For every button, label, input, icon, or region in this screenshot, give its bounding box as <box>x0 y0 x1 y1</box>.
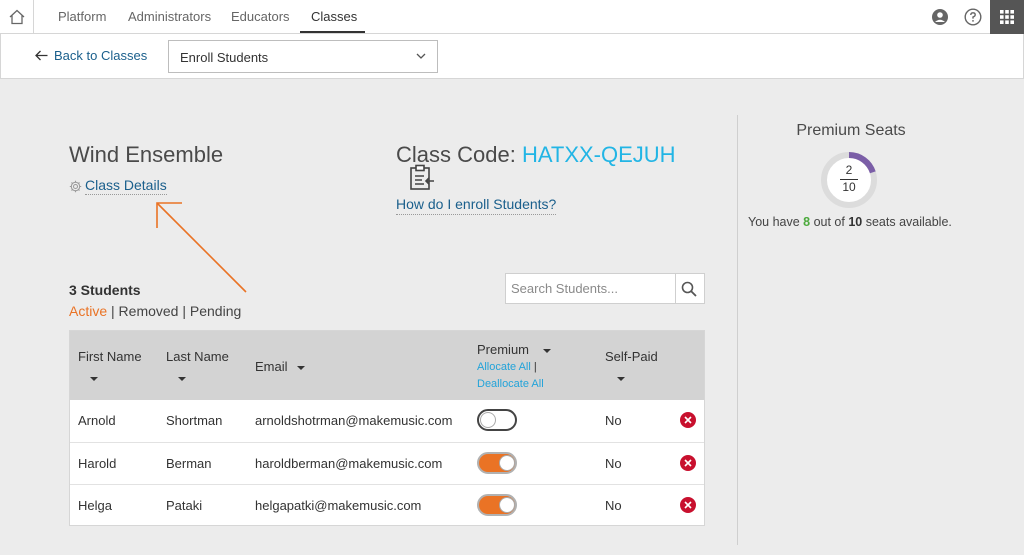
filter-separator: | <box>178 303 190 319</box>
header-first-name[interactable]: First Name <box>78 349 142 385</box>
students-table: First Name Last Name Email Premium Alloc… <box>69 330 705 526</box>
header-premium[interactable]: Premium <box>477 342 551 357</box>
premium-toggle[interactable] <box>477 452 517 474</box>
filter-pending[interactable]: Pending <box>190 303 241 319</box>
select-value: Enroll Students <box>180 50 269 65</box>
toggle-knob <box>481 413 495 427</box>
copy-code-button[interactable] <box>409 164 436 191</box>
top-nav: Platform Administrators Educators Classe… <box>0 0 1024 34</box>
gear-icon <box>69 180 82 192</box>
allocate-all-link[interactable]: Allocate All <box>477 361 531 373</box>
table-header: First Name Last Name Email Premium Alloc… <box>70 331 704 400</box>
nav-tab-platform[interactable]: Platform <box>58 9 106 24</box>
class-details-link[interactable]: Class Details <box>69 177 167 195</box>
cell-first-name: Helga <box>78 498 112 513</box>
seats-available-text: You have 8 out of 10 seats available. <box>748 215 952 229</box>
cell-first-name: Harold <box>78 456 117 471</box>
nav-tab-educators[interactable]: Educators <box>231 9 290 24</box>
table-row: Harold Berman haroldberman@makemusic.com… <box>70 442 704 484</box>
seats-text-suffix: seats available. <box>862 215 952 229</box>
premium-toggle[interactable] <box>477 409 517 431</box>
seats-total-count: 10 <box>848 215 863 229</box>
sort-caret-icon <box>178 370 229 385</box>
seats-total: 10 <box>842 180 856 194</box>
header-last-name-label: Last Name <box>166 349 229 364</box>
search-input[interactable] <box>506 274 676 303</box>
seats-text-prefix: You have <box>748 215 804 229</box>
enroll-students-select[interactable]: Enroll Students <box>168 40 438 73</box>
link-separator: | <box>530 361 537 373</box>
cell-self-paid: No <box>605 413 622 428</box>
nav-tab-classes[interactable]: Classes <box>311 9 357 24</box>
back-link-label: Back to Classes <box>54 48 148 63</box>
filter-removed[interactable]: Removed <box>119 303 179 319</box>
seats-used: 2 <box>845 163 853 177</box>
apps-menu-button[interactable] <box>990 0 1024 34</box>
toggle-knob <box>500 498 514 512</box>
back-to-classes-link[interactable]: Back to Classes <box>35 48 147 63</box>
sort-caret-icon <box>90 370 142 385</box>
remove-student-button[interactable] <box>680 412 696 428</box>
search-students <box>505 273 705 304</box>
filter-separator: | <box>107 303 119 319</box>
class-code-value: HATXX-QEJUH <box>521 142 676 167</box>
home-button[interactable] <box>0 0 34 34</box>
header-premium-label: Premium <box>477 342 530 357</box>
header-email-label: Email <box>255 359 288 374</box>
sort-caret-icon <box>617 370 658 385</box>
help-icon <box>964 8 982 26</box>
sort-caret-icon <box>297 359 306 374</box>
active-tab-indicator <box>300 31 365 33</box>
user-icon <box>932 9 948 25</box>
panel-divider <box>737 115 738 545</box>
premium-toggle[interactable] <box>477 494 517 516</box>
home-icon <box>9 9 24 25</box>
cell-first-name: Arnold <box>78 413 116 428</box>
premium-seats-title: Premium Seats <box>796 122 906 139</box>
student-status-filters: Active | Removed | Pending <box>69 303 241 319</box>
allocate-all-row: Allocate All | <box>477 361 537 373</box>
table-row: Helga Pataki helgapatki@makemusic.com No <box>70 484 704 526</box>
sort-caret-icon <box>542 342 551 357</box>
cell-email: haroldberman@makemusic.com <box>255 456 443 471</box>
nav-tab-administrators[interactable]: Administrators <box>128 9 211 24</box>
arrow-left-icon <box>35 50 48 61</box>
search-icon[interactable] <box>681 281 697 297</box>
remove-student-button[interactable] <box>680 455 696 471</box>
class-details-label: Class Details <box>85 177 167 195</box>
help-button[interactable] <box>964 8 982 26</box>
cell-self-paid: No <box>605 498 622 513</box>
header-email[interactable]: Email <box>255 359 306 374</box>
annotation-arrow <box>156 202 247 293</box>
cell-last-name: Pataki <box>166 498 203 513</box>
students-count: 3 Students <box>69 282 141 298</box>
header-first-name-label: First Name <box>78 349 142 364</box>
toggle-knob <box>500 456 514 470</box>
seats-text-mid: out of <box>810 215 849 229</box>
sub-toolbar: Back to Classes Enroll Students <box>0 34 1024 79</box>
class-code: Class Code: HATXX-QEJUH <box>396 142 676 168</box>
cell-last-name: Berman <box>166 456 212 471</box>
header-last-name[interactable]: Last Name <box>166 349 229 385</box>
header-self-paid[interactable]: Self-Paid <box>605 349 658 385</box>
class-name: Wind Ensemble <box>69 142 224 167</box>
chevron-down-icon <box>416 53 426 59</box>
account-button[interactable] <box>931 8 949 26</box>
how-to-enroll-link[interactable]: How do I enroll Students? <box>396 196 557 215</box>
cell-email: helgapatki@makemusic.com <box>255 498 422 513</box>
cell-self-paid: No <box>605 456 622 471</box>
filter-active[interactable]: Active <box>69 303 107 319</box>
grid-icon <box>1000 10 1014 24</box>
header-self-paid-label: Self-Paid <box>605 349 658 364</box>
cell-email: arnoldshotrman@makemusic.com <box>255 413 453 428</box>
cell-last-name: Shortman <box>166 413 223 428</box>
deallocate-all-link[interactable]: Deallocate All <box>477 378 544 390</box>
remove-student-button[interactable] <box>680 497 696 513</box>
table-row: Arnold Shortman arnoldshotrman@makemusic… <box>70 400 704 442</box>
